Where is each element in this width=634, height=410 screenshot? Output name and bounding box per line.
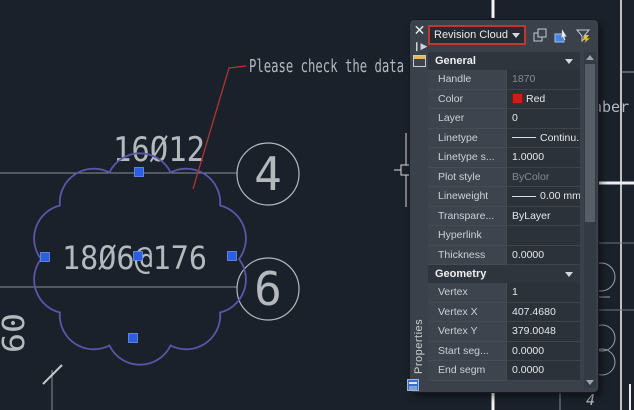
property-row-plot-style[interactable]: Plot style ByColor [428, 168, 580, 188]
crosshair-cursor [394, 133, 411, 207]
property-row-handle[interactable]: Handle 1870 [428, 70, 580, 90]
palette-menu-icon[interactable] [413, 55, 426, 67]
background-text-number: 4 [586, 391, 595, 409]
select-objects-icon[interactable] [553, 27, 570, 44]
scroll-down-icon[interactable] [586, 380, 594, 385]
close-icon[interactable]: ✕ [412, 23, 427, 38]
chevron-down-icon [565, 272, 573, 277]
palette-title: Properties [413, 298, 425, 374]
object-type-dropdown[interactable]: Revision Cloud [428, 25, 526, 45]
linetype-sample-line [512, 137, 536, 138]
autocad-viewport: 4 6 16Ø12 18Ø6@176 60 Please check the d… [0, 0, 634, 410]
grip-left[interactable] [41, 253, 50, 262]
property-row-color[interactable]: Color Red [428, 90, 580, 110]
scrollbar[interactable] [584, 52, 596, 388]
object-type-value: Revision Cloud [434, 29, 508, 41]
property-row-transparency[interactable]: Transpare... ByLayer [428, 207, 580, 227]
annotation-leader-line [193, 66, 246, 189]
lineweight-sample-line [512, 196, 536, 197]
section-header-geometry[interactable]: Geometry [428, 265, 580, 283]
auto-hide-icon[interactable]: ❙▶ [413, 41, 427, 51]
property-row-lineweight[interactable]: Lineweight 0.00 mm [428, 187, 580, 207]
section-header-general[interactable]: General [428, 52, 580, 70]
background-text-right: aber [593, 98, 629, 116]
property-row-thickness[interactable]: Thickness 0.0000 [428, 246, 580, 266]
dimension-tick [43, 365, 62, 410]
color-swatch [512, 93, 523, 104]
grip-top[interactable] [135, 168, 144, 177]
scrollbar-thumb[interactable] [585, 64, 595, 222]
property-row-start-segment[interactable]: Start seg... 0.0000 [428, 342, 580, 362]
properties-window-icon [407, 379, 419, 391]
chevron-down-icon [565, 59, 573, 64]
dimension-label-60: 60 [0, 313, 32, 353]
property-row-vertex-y[interactable]: Vertex Y 379.0048 [428, 322, 580, 342]
property-list: General Handle 1870 Color Red Layer 0 Li… [428, 52, 580, 388]
grip-bottom[interactable] [129, 334, 138, 343]
property-row-hyperlink[interactable]: Hyperlink [428, 226, 580, 246]
palette-title-bar[interactable]: ✕ ❙▶ Properties [410, 20, 428, 392]
chevron-down-icon [512, 33, 520, 38]
grip-center[interactable] [134, 252, 143, 261]
property-row-end-segment[interactable]: End segm 0.0000 [428, 361, 580, 381]
property-row-linetype[interactable]: Linetype Continu... [428, 129, 580, 149]
detail-bubble-6-number: 6 [254, 262, 282, 316]
property-row-vertex-x[interactable]: Vertex X 407.4680 [428, 303, 580, 323]
property-row-linetype-scale[interactable]: Linetype s... 1.0000 [428, 148, 580, 168]
rebar-label-top: 16Ø12 [113, 130, 205, 170]
grip-right[interactable] [228, 252, 237, 261]
property-row-vertex[interactable]: Vertex 1 [428, 283, 580, 303]
detail-bubble-4-number: 4 [254, 147, 282, 201]
property-row-layer[interactable]: Layer 0 [428, 109, 580, 129]
toggle-pickadd-icon[interactable] [532, 27, 549, 44]
annotation-text: Please check the data [249, 56, 404, 77]
scroll-up-icon[interactable] [586, 55, 594, 60]
quick-select-icon[interactable] [574, 27, 591, 44]
properties-palette: ✕ ❙▶ Properties Revision Cloud [410, 20, 598, 392]
